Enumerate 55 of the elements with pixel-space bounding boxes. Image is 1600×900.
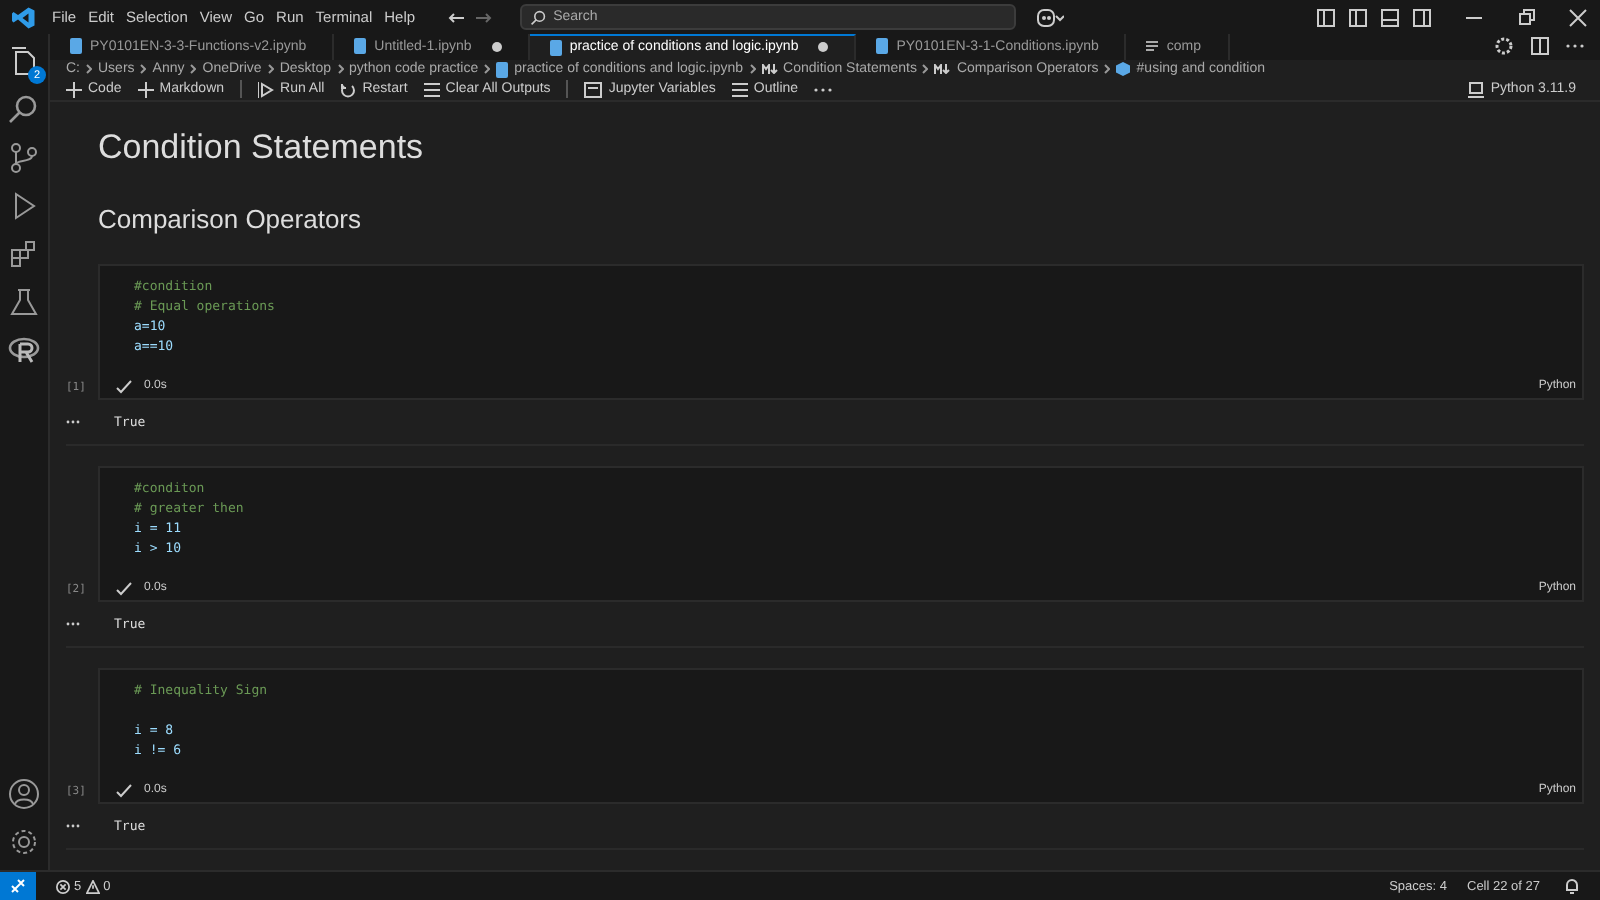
list-icon <box>731 81 748 98</box>
chevron-icon <box>337 64 344 75</box>
extensions-icon[interactable] <box>8 238 40 270</box>
sidebar-toggle-icon[interactable] <box>1348 7 1368 27</box>
chevron-icon <box>922 64 929 75</box>
chevron-icon <box>267 64 274 75</box>
warning-icon <box>85 879 100 893</box>
notebook-icon <box>496 61 509 78</box>
notebook-icon <box>354 38 367 55</box>
forward-arrow-icon[interactable] <box>475 11 492 23</box>
notebook-icon <box>549 39 562 56</box>
account-icon[interactable] <box>8 778 40 810</box>
notebook-icon <box>70 38 82 55</box>
play-icon <box>258 81 275 98</box>
chevron-icon <box>190 64 197 75</box>
chevron-icon <box>484 64 491 75</box>
more-actions-icon[interactable] <box>814 87 833 92</box>
notebook-icon <box>876 38 889 55</box>
check-icon <box>116 379 132 393</box>
search-icon[interactable] <box>8 94 40 126</box>
more-actions-icon[interactable] <box>1566 44 1584 49</box>
check-icon <box>116 783 132 797</box>
flask-icon[interactable] <box>8 286 40 318</box>
source-control-icon[interactable] <box>8 142 40 174</box>
panel-toggle-icon[interactable] <box>1380 7 1400 27</box>
remote-icon[interactable] <box>0 872 36 900</box>
plus-icon <box>137 81 154 98</box>
bell-icon[interactable] <box>1564 878 1580 894</box>
back-arrow-icon[interactable] <box>447 11 464 23</box>
layout-icon[interactable] <box>1316 7 1336 27</box>
r-logo-icon[interactable] <box>8 334 40 366</box>
check-icon <box>116 581 132 595</box>
markdown-heading: Condition Statements <box>98 128 426 168</box>
plus-icon <box>66 81 82 98</box>
chevron-icon <box>749 64 756 75</box>
unsaved-dot-icon <box>491 41 502 52</box>
restore-icon[interactable] <box>1516 7 1536 27</box>
restart-icon <box>340 81 357 98</box>
split-editor-icon[interactable] <box>1530 36 1550 57</box>
chevron-icon <box>86 64 92 75</box>
kernel-icon <box>1468 81 1485 98</box>
chevron-icon <box>140 64 147 75</box>
markdown-icon <box>934 64 951 75</box>
list-icon <box>423 81 440 98</box>
sidebar-toggle-icon[interactable] <box>1412 7 1432 27</box>
text-file-icon <box>1146 39 1159 54</box>
unsaved-dot-icon <box>818 42 829 53</box>
close-icon[interactable] <box>1568 7 1588 27</box>
error-icon <box>56 879 70 893</box>
variables-icon <box>584 81 603 98</box>
markdown-heading: Comparison Operators <box>98 204 363 234</box>
copilot-icon[interactable] <box>1035 7 1064 27</box>
app-logo-icon <box>12 5 36 29</box>
chevron-icon <box>1104 64 1111 75</box>
markdown-icon <box>761 64 778 75</box>
